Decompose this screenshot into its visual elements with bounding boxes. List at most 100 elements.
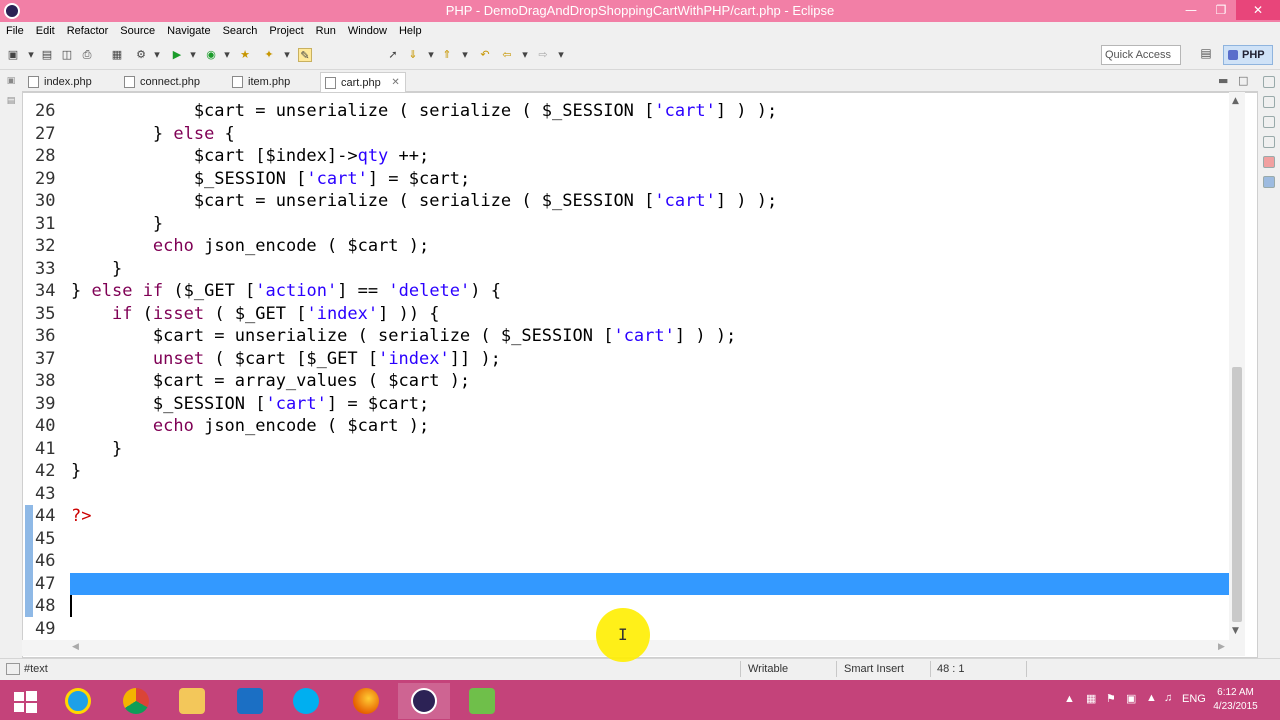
file-explorer-icon[interactable] xyxy=(166,683,218,719)
minimize-icon[interactable]: — xyxy=(1176,0,1206,20)
scroll-right-icon[interactable]: ▶ xyxy=(1218,642,1225,652)
code-line[interactable]: 47 xyxy=(23,572,1233,595)
code-line[interactable]: 38 $cart = array_values ( $cart ); xyxy=(23,370,1233,393)
volume-icon[interactable]: ♫ xyxy=(1164,692,1172,720)
tab-cart-php[interactable]: cart.php ✕ xyxy=(320,72,406,92)
scroll-left-icon[interactable]: ◀ xyxy=(72,642,79,652)
dropdown-icon[interactable]: ▾ xyxy=(150,48,164,62)
save-all-icon[interactable]: ◫ xyxy=(60,48,74,62)
console-icon[interactable] xyxy=(1263,176,1275,188)
scroll-thumb[interactable] xyxy=(1232,367,1242,622)
code-line[interactable]: 34} else if ($_GET ['action'] == 'delete… xyxy=(23,280,1233,303)
menu-file[interactable]: File xyxy=(6,25,24,37)
tasks-icon[interactable] xyxy=(1263,136,1275,148)
dropdown-icon[interactable]: ▾ xyxy=(518,48,532,62)
quick-access-input[interactable]: Quick Access xyxy=(1101,45,1181,65)
toggle-mark-occurrences-icon[interactable]: ✎ xyxy=(298,48,312,62)
code-editor[interactable]: 26 $cart = unserialize ( serialize ( $_S… xyxy=(22,92,1258,658)
previous-annotation-icon[interactable]: ⇑ xyxy=(440,48,454,62)
code-line[interactable]: 32 echo json_encode ( $cart ); xyxy=(23,235,1233,258)
code-line[interactable]: 45 xyxy=(23,528,1233,551)
chrome-icon[interactable] xyxy=(110,683,162,719)
tab-index-php[interactable]: index.php xyxy=(24,72,118,92)
clock[interactable]: 6:12 AM 4/23/2015 xyxy=(1208,686,1263,714)
back-icon[interactable]: ⇦ xyxy=(500,48,514,62)
restore-icon[interactable]: ❐ xyxy=(1206,0,1236,20)
external-tools-icon[interactable]: ◉ xyxy=(204,48,218,62)
open-type-icon[interactable]: ★ xyxy=(238,48,252,62)
close-icon[interactable]: ✕ xyxy=(1236,0,1280,20)
code-line[interactable]: 26 $cart = unserialize ( serialize ( $_S… xyxy=(23,100,1233,123)
tab-connect-php[interactable]: connect.php xyxy=(120,72,224,92)
code-line[interactable]: 46 xyxy=(23,550,1233,573)
build-icon[interactable]: ▦ xyxy=(110,48,124,62)
restore-view-icon[interactable]: ▣ xyxy=(5,76,17,86)
save-icon[interactable]: ▤ xyxy=(40,48,54,62)
open-perspective-icon[interactable]: ▤ xyxy=(1196,46,1216,64)
start-icon[interactable] xyxy=(0,683,52,719)
code-line[interactable]: 30 $cart = unserialize ( serialize ( $_S… xyxy=(23,190,1233,213)
wifi-icon[interactable]: ▲ xyxy=(1146,692,1157,720)
dropdown-icon[interactable]: ▾ xyxy=(424,48,438,62)
flag-icon[interactable]: ⚑ xyxy=(1106,692,1116,720)
notepad-icon[interactable] xyxy=(456,683,508,719)
code-line[interactable]: 41 } xyxy=(23,438,1233,461)
code-line[interactable]: 39 $_SESSION ['cart'] = $cart; xyxy=(23,393,1233,416)
vertical-scrollbar[interactable]: ▲ ▼ xyxy=(1229,92,1245,640)
close-tab-icon[interactable]: ✕ xyxy=(391,73,399,93)
scroll-up-icon[interactable]: ▲ xyxy=(1232,96,1239,106)
scroll-down-icon[interactable]: ▼ xyxy=(1232,626,1239,636)
monitor-icon[interactable]: ▣ xyxy=(1126,692,1136,720)
dropdown-icon[interactable]: ▾ xyxy=(280,48,294,62)
outline-view-icon[interactable]: ▤ xyxy=(5,96,17,106)
debug-icon[interactable]: ⚙ xyxy=(134,48,148,62)
code-line[interactable]: 40 echo json_encode ( $cart ); xyxy=(23,415,1233,438)
problems-icon[interactable] xyxy=(1263,156,1275,168)
menu-run[interactable]: Run xyxy=(316,25,336,37)
code-line[interactable]: 37 unset ( $cart [$_GET ['index']] ); xyxy=(23,348,1233,371)
language-indicator[interactable]: ENG xyxy=(1182,693,1206,720)
eclipse-icon[interactable] xyxy=(398,683,450,719)
ie-icon[interactable] xyxy=(52,683,104,719)
last-edit-icon[interactable]: ↶ xyxy=(478,48,492,62)
new-icon[interactable]: ▣ xyxy=(6,48,20,62)
menu-project[interactable]: Project xyxy=(269,25,303,37)
dropdown-icon[interactable]: ▾ xyxy=(24,48,38,62)
code-line[interactable]: 31 } xyxy=(23,213,1233,236)
code-line[interactable]: 29 $_SESSION ['cart'] = $cart; xyxy=(23,168,1233,191)
network-icon[interactable]: ▦ xyxy=(1086,692,1096,720)
code-line[interactable]: 42} xyxy=(23,460,1233,483)
code-line[interactable]: 33 } xyxy=(23,258,1233,281)
php-explorer-icon[interactable] xyxy=(1263,96,1275,108)
dropdown-icon[interactable]: ▾ xyxy=(554,48,568,62)
forward-icon[interactable]: ⇨ xyxy=(536,48,550,62)
show-hidden-icons-icon[interactable]: ▲ xyxy=(1064,693,1075,720)
skype-icon[interactable] xyxy=(280,683,332,719)
pin-icon[interactable]: ➚ xyxy=(386,48,400,62)
menu-search[interactable]: Search xyxy=(223,25,258,37)
print-icon[interactable]: ⎙ xyxy=(80,48,94,62)
run-icon[interactable]: ▶ xyxy=(170,48,184,62)
next-annotation-icon[interactable]: ⇓ xyxy=(406,48,420,62)
outline-icon[interactable] xyxy=(1263,116,1275,128)
menu-edit[interactable]: Edit xyxy=(36,25,55,37)
outlook-icon[interactable] xyxy=(224,683,276,719)
menu-window[interactable]: Window xyxy=(348,25,387,37)
php-perspective-button[interactable]: PHP xyxy=(1223,45,1273,65)
maximize-editor-icon[interactable]: □ xyxy=(1238,74,1248,87)
menu-help[interactable]: Help xyxy=(399,25,422,37)
code-line[interactable]: 44 ?> xyxy=(23,505,1233,528)
dropdown-icon[interactable]: ▾ xyxy=(220,48,234,62)
restore-view-icon[interactable] xyxy=(1263,76,1275,88)
code-line[interactable]: 27 } else { xyxy=(23,123,1233,146)
menu-refactor[interactable]: Refactor xyxy=(67,25,109,37)
code-line[interactable]: 36 $cart = unserialize ( serialize ( $_S… xyxy=(23,325,1233,348)
menu-navigate[interactable]: Navigate xyxy=(167,25,210,37)
menu-source[interactable]: Source xyxy=(120,25,155,37)
dropdown-icon[interactable]: ▾ xyxy=(186,48,200,62)
code-line[interactable]: 43 xyxy=(23,483,1233,506)
open-task-icon[interactable]: ✦ xyxy=(262,48,276,62)
firefox-icon[interactable] xyxy=(340,683,392,719)
tab-item-php[interactable]: item.php xyxy=(228,72,320,92)
dropdown-icon[interactable]: ▾ xyxy=(458,48,472,62)
